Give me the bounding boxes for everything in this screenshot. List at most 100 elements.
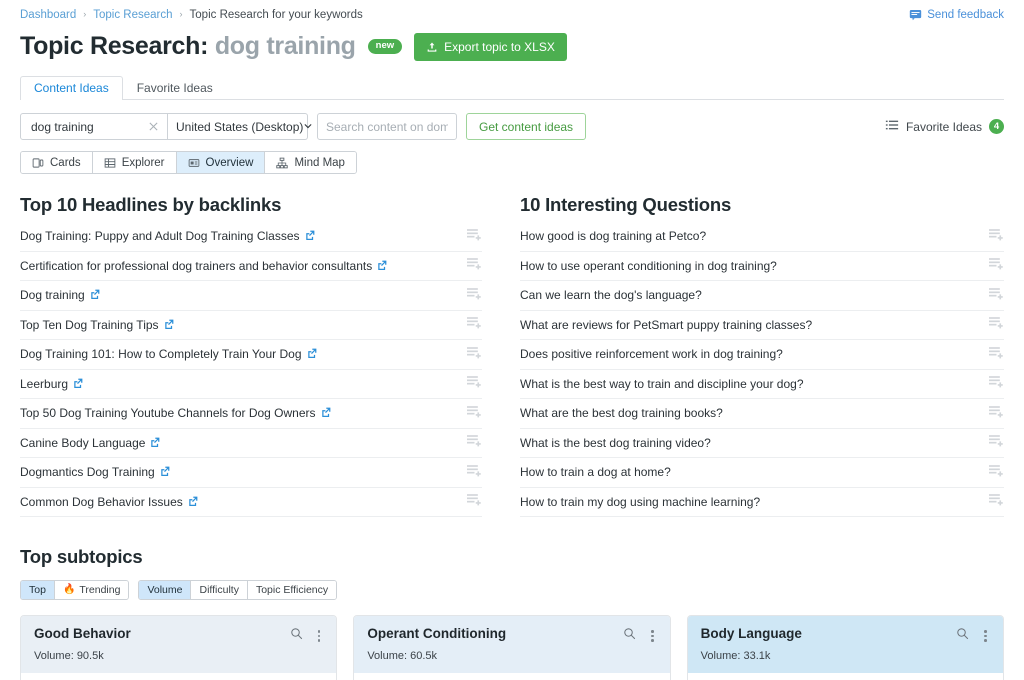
search-icon[interactable] bbox=[956, 627, 969, 645]
add-to-list-icon[interactable] bbox=[459, 434, 482, 451]
headline-row: Top 50 Dog Training Youtube Channels for… bbox=[20, 399, 482, 429]
external-link-icon[interactable] bbox=[377, 259, 387, 273]
breadcrumb-item-topic-research[interactable]: Topic Research bbox=[93, 9, 172, 21]
add-to-list-icon[interactable] bbox=[459, 228, 482, 245]
subtopic-card[interactable]: Body LanguageVolume: 33.1k bbox=[687, 615, 1004, 680]
add-to-list-icon[interactable] bbox=[459, 375, 482, 392]
add-to-list-icon[interactable] bbox=[459, 464, 482, 481]
view-mode-explorer[interactable]: Explorer bbox=[93, 152, 177, 173]
external-link-icon[interactable] bbox=[305, 229, 315, 243]
external-link-icon[interactable] bbox=[90, 288, 100, 302]
question-text: How to train a dog at home? bbox=[520, 465, 671, 479]
headline-link[interactable]: Dog Training: Puppy and Adult Dog Traini… bbox=[20, 229, 300, 243]
question-text: What are the best dog training books? bbox=[520, 406, 723, 420]
view-mode-toggle: Cards Explorer Overview Mind Map bbox=[20, 151, 357, 174]
filter-difficulty[interactable]: Difficulty bbox=[191, 581, 247, 599]
tab-favorite-ideas[interactable]: Favorite Ideas bbox=[123, 76, 227, 100]
headline-link[interactable]: Dogmantics Dog Training bbox=[20, 465, 155, 479]
upload-icon bbox=[426, 41, 438, 53]
country-device-select[interactable]: United States (Desktop) bbox=[168, 113, 308, 140]
external-link-icon[interactable] bbox=[188, 495, 198, 509]
favorite-ideas-count: 4 bbox=[989, 119, 1004, 134]
add-to-list-icon[interactable] bbox=[981, 346, 1004, 363]
add-to-list-icon[interactable] bbox=[981, 493, 1004, 510]
filter-trending[interactable]: 🔥 Trending bbox=[55, 581, 129, 599]
search-icon[interactable] bbox=[623, 627, 636, 645]
headline-link[interactable]: Common Dog Behavior Issues bbox=[20, 495, 183, 509]
filter-volume[interactable]: Volume bbox=[139, 581, 191, 599]
add-to-list-icon[interactable] bbox=[459, 405, 482, 422]
export-topic-button[interactable]: Export topic to XLSX bbox=[414, 33, 567, 61]
filter-top[interactable]: Top bbox=[21, 581, 55, 599]
external-link-icon[interactable] bbox=[160, 465, 170, 479]
tab-content-ideas[interactable]: Content Ideas bbox=[20, 76, 123, 100]
headline-row: Canine Body Language bbox=[20, 429, 482, 459]
headlines-panel: Top 10 Headlines by backlinks Dog Traini… bbox=[20, 194, 512, 517]
add-to-list-icon[interactable] bbox=[981, 405, 1004, 422]
kebab-menu-icon[interactable] bbox=[315, 629, 324, 643]
add-to-list-icon[interactable] bbox=[459, 316, 482, 333]
add-to-list-icon[interactable] bbox=[981, 375, 1004, 392]
add-to-list-icon[interactable] bbox=[981, 464, 1004, 481]
subtopic-volume-label: Volume: bbox=[34, 650, 74, 662]
question-row: How to train my dog using machine learni… bbox=[520, 488, 1004, 518]
view-mode-overview[interactable]: Overview bbox=[177, 152, 266, 173]
subtopics-sort-group: Top 🔥 Trending bbox=[20, 580, 129, 600]
close-icon[interactable] bbox=[147, 120, 160, 133]
external-link-icon[interactable] bbox=[73, 377, 83, 391]
subtopic-card[interactable]: Good BehaviorVolume: 90.5k bbox=[20, 615, 337, 680]
headline-row: Dog Training: Puppy and Adult Dog Traini… bbox=[20, 222, 482, 252]
headline-row: Leerburg bbox=[20, 370, 482, 400]
breadcrumb-item-dashboard[interactable]: Dashboard bbox=[20, 9, 76, 21]
view-mode-cards[interactable]: Cards bbox=[21, 152, 93, 173]
questions-title: 10 Interesting Questions bbox=[520, 194, 1004, 216]
headline-link[interactable]: Dog training bbox=[20, 288, 85, 302]
list-icon bbox=[885, 118, 899, 135]
breadcrumb-separator: › bbox=[83, 10, 86, 19]
headline-row: Dog training bbox=[20, 281, 482, 311]
subtopic-volume: Volume: 90.5k bbox=[34, 650, 323, 662]
keyword-input[interactable] bbox=[29, 119, 147, 135]
comment-icon bbox=[909, 8, 922, 21]
view-mode-mind-map-label: Mind Map bbox=[294, 157, 345, 169]
view-mode-mind-map[interactable]: Mind Map bbox=[265, 152, 356, 173]
subtopic-card-header: Good BehaviorVolume: 90.5k bbox=[21, 616, 336, 673]
subtopic-volume: Volume: 60.5k bbox=[367, 650, 656, 662]
subtopics-metric-group: Volume Difficulty Topic Efficiency bbox=[138, 580, 337, 600]
add-to-list-icon[interactable] bbox=[981, 257, 1004, 274]
send-feedback-link[interactable]: Send feedback bbox=[909, 8, 1004, 21]
external-link-icon[interactable] bbox=[307, 347, 317, 361]
headline-link[interactable]: Dog Training 101: How to Completely Trai… bbox=[20, 347, 302, 361]
kebab-menu-icon[interactable] bbox=[648, 629, 657, 643]
external-link-icon[interactable] bbox=[321, 406, 331, 420]
subtopics-title: Top subtopics bbox=[20, 546, 1004, 568]
headline-link[interactable]: Certification for professional dog train… bbox=[20, 259, 372, 273]
search-icon[interactable] bbox=[290, 627, 303, 645]
add-to-list-icon[interactable] bbox=[981, 434, 1004, 451]
add-to-list-icon[interactable] bbox=[981, 287, 1004, 304]
question-text: How to train my dog using machine learni… bbox=[520, 495, 760, 509]
question-text: How good is dog training at Petco? bbox=[520, 229, 706, 243]
page-title-prefix: Topic Research: bbox=[20, 32, 208, 60]
search-domain-input[interactable] bbox=[317, 113, 457, 140]
add-to-list-icon[interactable] bbox=[459, 287, 482, 304]
headline-row: Certification for professional dog train… bbox=[20, 252, 482, 282]
headline-link[interactable]: Canine Body Language bbox=[20, 436, 145, 450]
headline-link[interactable]: Top Ten Dog Training Tips bbox=[20, 318, 159, 332]
flame-icon: 🔥 bbox=[63, 585, 75, 595]
get-content-ideas-button[interactable]: Get content ideas bbox=[466, 113, 586, 140]
headline-link[interactable]: Leerburg bbox=[20, 377, 68, 391]
kebab-menu-icon[interactable] bbox=[981, 629, 990, 643]
filter-topic-efficiency[interactable]: Topic Efficiency bbox=[248, 581, 336, 599]
favorite-ideas-button[interactable]: Favorite Ideas 4 bbox=[885, 118, 1004, 135]
external-link-icon[interactable] bbox=[164, 318, 174, 332]
add-to-list-icon[interactable] bbox=[459, 493, 482, 510]
add-to-list-icon[interactable] bbox=[459, 346, 482, 363]
subtopic-card[interactable]: Operant ConditioningVolume: 60.5k bbox=[353, 615, 670, 680]
headline-link[interactable]: Top 50 Dog Training Youtube Channels for… bbox=[20, 406, 316, 420]
add-to-list-icon[interactable] bbox=[459, 257, 482, 274]
add-to-list-icon[interactable] bbox=[981, 228, 1004, 245]
external-link-icon[interactable] bbox=[150, 436, 160, 450]
question-row: What are reviews for PetSmart puppy trai… bbox=[520, 311, 1004, 341]
add-to-list-icon[interactable] bbox=[981, 316, 1004, 333]
